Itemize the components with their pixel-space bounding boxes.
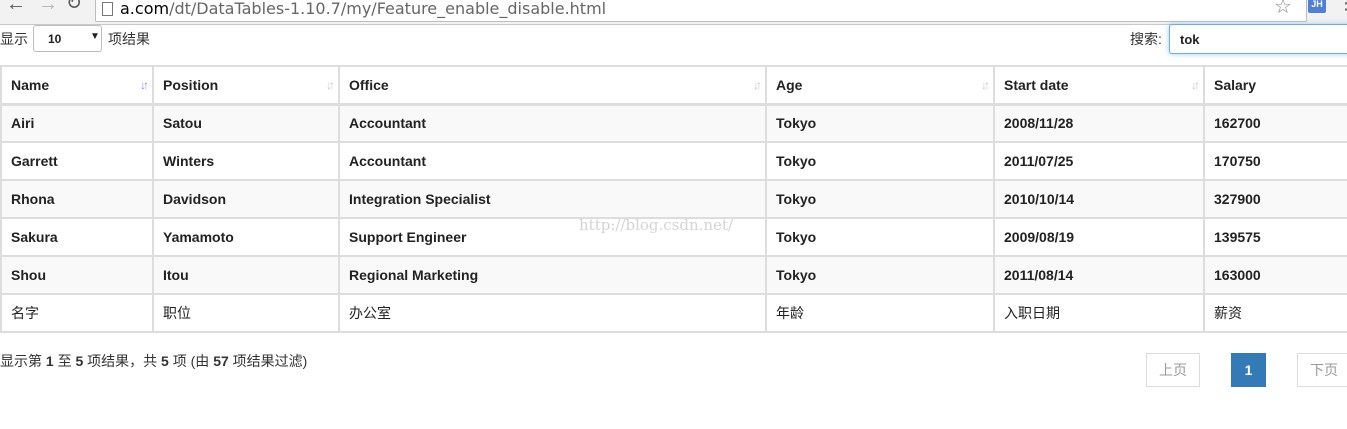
cell-salary: 139575 (1203, 217, 1347, 257)
column-header-label: Salary (1214, 76, 1257, 93)
page-icon (102, 2, 113, 16)
chevron-down-icon: ▼ (90, 31, 100, 42)
info-middle: 项结果，共 (87, 353, 158, 369)
column-header-position[interactable]: Position ↓↑ (152, 65, 340, 106)
cell-office: Support Engineer (338, 217, 767, 257)
sort-ascending-icon: ↓↑ (140, 78, 149, 92)
cell-office: Integration Specialist (338, 179, 767, 219)
cell-age: Tokyo (765, 141, 995, 181)
length-suffix: 项结果 (108, 31, 150, 47)
menu-dots-icon[interactable]: ⋮ (1337, 0, 1347, 14)
cell-salary: 170750 (1203, 141, 1347, 181)
cell-position: Winters (152, 141, 340, 181)
length-label: 显示 (0, 31, 28, 47)
forward-arrow-icon[interactable]: → (38, 0, 58, 14)
extension-icon[interactable]: JH (1308, 0, 1326, 13)
info-max: 57 (213, 353, 229, 369)
cell-salary: 327900 (1203, 179, 1347, 219)
footer-age: 年龄 (765, 293, 995, 333)
table-row[interactable]: Sakura Yamamoto Support Engineer Tokyo 2… (0, 217, 1347, 257)
table-header-row: Name ↓↑ Position ↓↑ Office ↓↑ Age ↓↑ Start d… (0, 65, 1347, 106)
cell-position: Itou (152, 255, 340, 295)
data-table: Name ↓↑ Position ↓↑ Office ↓↑ Age ↓↑ Start d… (0, 65, 1347, 333)
column-header-office[interactable]: Office ↓↑ (338, 65, 767, 106)
url-text: a.com/dt/DataTables-1.10.7/my/Feature_en… (120, 0, 606, 18)
cell-start-date: 2008/11/28 (993, 103, 1205, 143)
info-total: 5 (161, 353, 169, 369)
cell-salary: 163000 (1203, 255, 1347, 295)
sort-both-icon: ↓↑ (1191, 78, 1200, 92)
cell-age: Tokyo (765, 179, 995, 219)
cell-name: Airi (0, 103, 154, 143)
cell-age: Tokyo (765, 103, 995, 143)
column-header-label: Office (349, 76, 389, 93)
back-arrow-icon[interactable]: ← (6, 0, 26, 14)
data-table-container: Name ↓↑ Position ↓↑ Office ↓↑ Age ↓↑ Start d… (0, 65, 1347, 333)
address-bar[interactable]: a.com/dt/DataTables-1.10.7/my/Feature_en… (95, 0, 1307, 22)
page-length-select[interactable]: 10 ▼ (33, 25, 102, 52)
footer-position: 职位 (152, 293, 340, 333)
cell-start-date: 2011/08/14 (993, 255, 1205, 295)
search-input[interactable] (1169, 24, 1347, 54)
footer-salary: 薪资 (1203, 293, 1347, 333)
cell-start-date: 2011/07/25 (993, 141, 1205, 181)
column-header-name[interactable]: Name ↓↑ (0, 65, 154, 106)
table-row[interactable]: Rhona Davidson Integration Specialist To… (0, 179, 1347, 219)
cell-start-date: 2009/08/19 (993, 217, 1205, 257)
next-page-button[interactable]: 下页 (1297, 353, 1347, 387)
page-button-current[interactable]: 1 (1231, 353, 1266, 387)
table-row[interactable]: Airi Satou Accountant Tokyo 2008/11/28 1… (0, 103, 1347, 143)
cell-start-date: 2010/10/14 (993, 179, 1205, 219)
cell-position: Satou (152, 103, 340, 143)
cell-office: Regional Marketing (338, 255, 767, 295)
info-end: 5 (75, 353, 84, 369)
search-label: 搜索: (1130, 31, 1162, 47)
info-start: 1 (45, 353, 54, 369)
sort-both-icon: ↓↑ (326, 78, 335, 92)
cell-age: Tokyo (765, 255, 995, 295)
footer-start-date: 入职日期 (993, 293, 1205, 333)
reload-icon[interactable]: ↻ (66, 0, 82, 14)
table-footer-row: 名字 职位 办公室 年龄 入职日期 薪资 (0, 293, 1347, 333)
table-row[interactable]: Garrett Winters Accountant Tokyo 2011/07… (0, 141, 1347, 181)
column-header-salary[interactable]: Salary↓↑ (1203, 65, 1347, 106)
browser-toolbar: ← → ↻ a.com/dt/DataTables-1.10.7/my/Feat… (0, 0, 1347, 25)
column-header-label: Start date (1004, 76, 1069, 93)
column-header-start-date[interactable]: Start date ↓↑ (993, 65, 1205, 106)
footer-office: 办公室 (338, 293, 767, 333)
bookmark-star-icon[interactable]: ☆ (1274, 0, 1292, 19)
url-host: a.com (120, 0, 170, 18)
page-length-value: 10 (48, 32, 62, 46)
cell-salary: 162700 (1203, 103, 1347, 143)
table-info: 显示第 1 至 5 项结果，共 5 项 (由 57 项结果过滤) (0, 351, 307, 371)
previous-page-button[interactable]: 上页 (1146, 353, 1200, 387)
column-header-age[interactable]: Age ↓↑ (765, 65, 995, 106)
table-row[interactable]: Shou Itou Regional Marketing Tokyo 2011/… (0, 255, 1347, 295)
cell-position: Davidson (152, 179, 340, 219)
info-filter-open: 项 (由 (172, 353, 210, 369)
url-path: /dt/DataTables-1.10.7/my/Feature_enable_… (169, 0, 607, 18)
cell-name: Rhona (0, 179, 154, 219)
cell-name: Sakura (0, 217, 154, 257)
column-header-label: Position (163, 76, 219, 93)
cell-name: Shou (0, 255, 154, 295)
sort-both-icon: ↓↑ (981, 78, 990, 92)
cell-position: Yamamoto (152, 217, 340, 257)
sort-both-icon: ↓↑ (753, 78, 762, 92)
info-filter-close: 项结果过滤) (232, 353, 308, 369)
info-to: 至 (57, 353, 72, 369)
info-prefix: 显示第 (0, 353, 42, 369)
column-header-label: Name (11, 76, 50, 93)
cell-office: Accountant (338, 141, 767, 181)
footer-name: 名字 (0, 293, 154, 333)
cell-age: Tokyo (765, 217, 995, 257)
cell-office: Accountant (338, 103, 767, 143)
cell-name: Garrett (0, 141, 154, 181)
column-header-label: Age (776, 76, 803, 93)
